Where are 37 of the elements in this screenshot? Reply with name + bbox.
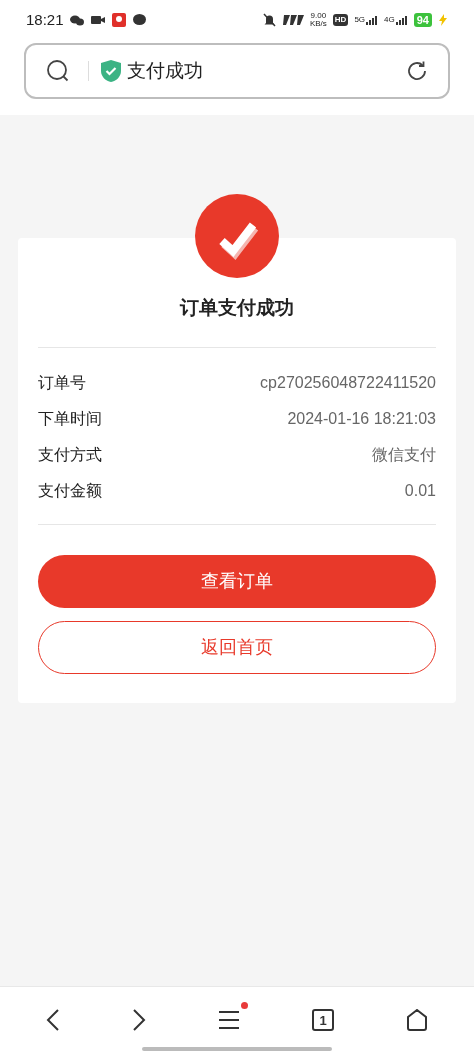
home-button[interactable]: 返回首页 xyxy=(38,621,436,674)
tabs-button[interactable]: 1 xyxy=(312,1009,334,1031)
detail-value: 0.01 xyxy=(404,481,436,501)
result-title: 订单支付成功 xyxy=(178,296,295,320)
search-icon[interactable] xyxy=(46,59,70,83)
menu-icon[interactable] xyxy=(218,1010,240,1030)
detail-value: 2024-01-16 18:21:03 xyxy=(287,409,436,429)
camera-icon xyxy=(90,15,105,25)
detail-value: cp270256048722411520 xyxy=(260,373,436,393)
message-icon xyxy=(132,14,146,26)
signal-icon xyxy=(366,15,379,25)
detail-label: 订单号 xyxy=(38,373,86,393)
charging-icon xyxy=(438,14,448,26)
hd-badge: HD xyxy=(332,14,349,26)
mute-bell-icon xyxy=(262,13,276,27)
network-type: 5G xyxy=(354,15,366,24)
reload-icon[interactable] xyxy=(406,60,428,82)
back-icon[interactable] xyxy=(46,1009,60,1031)
network-type: 4G xyxy=(384,15,395,24)
network-speed: 9.00 xyxy=(310,12,327,20)
shield-check-icon xyxy=(101,60,121,82)
carrier-icon xyxy=(281,15,304,25)
address-bar[interactable]: 支付成功 xyxy=(24,43,450,99)
speed-unit: KB/s xyxy=(309,20,327,28)
detail-label: 支付金额 xyxy=(38,481,102,501)
detail-label: 下单时间 xyxy=(38,409,102,429)
forward-icon[interactable] xyxy=(132,1009,146,1031)
status-time: 18:21 xyxy=(26,9,64,30)
chat-icon xyxy=(69,14,84,26)
battery-level: 94 xyxy=(413,13,432,27)
signal-icon xyxy=(395,15,408,25)
detail-label: 支付方式 xyxy=(38,445,102,465)
home-icon[interactable] xyxy=(406,1009,428,1031)
detail-value: 微信支付 xyxy=(372,445,436,465)
app-icon xyxy=(111,13,126,27)
page-title: 支付成功 xyxy=(127,58,203,83)
view-order-button[interactable]: 查看订单 xyxy=(38,555,436,608)
